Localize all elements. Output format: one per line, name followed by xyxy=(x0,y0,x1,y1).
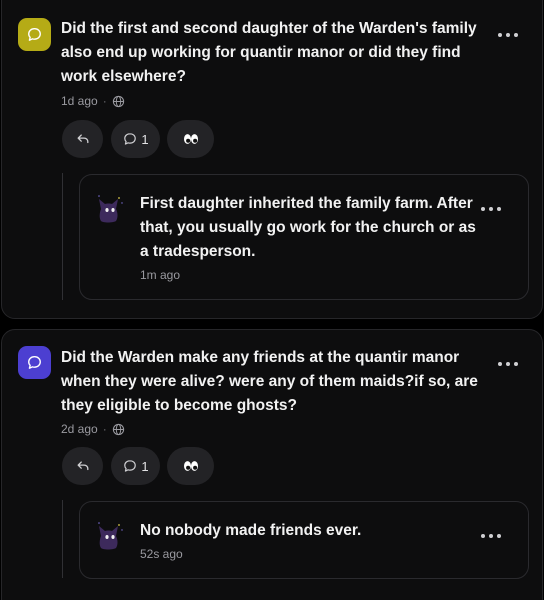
eyes-icon xyxy=(183,461,198,471)
comment-bubble-icon xyxy=(124,133,137,145)
question-meta: 2d ago · xyxy=(61,422,125,436)
reply-card: First daughter inherited the family farm… xyxy=(79,174,529,300)
comments-button[interactable]: 1 xyxy=(111,120,160,158)
question-timestamp: 2d ago xyxy=(61,422,98,436)
question-text: Did the Warden make any friends at the q… xyxy=(61,349,478,414)
reply-avatar xyxy=(98,195,123,223)
reaction-button[interactable] xyxy=(167,120,214,158)
reply-arrow-icon xyxy=(77,134,88,144)
reply-timestamp: 1m ago xyxy=(140,268,181,282)
comment-count: 1 xyxy=(141,131,149,147)
globe-icon xyxy=(112,95,124,107)
reply-timestamp: 52s ago xyxy=(140,547,183,561)
speech-bubble-icon xyxy=(28,356,41,369)
thread-line xyxy=(62,173,63,300)
speech-bubble-icon xyxy=(28,28,41,41)
question-avatar xyxy=(18,346,51,379)
question-meta: 1d ago · xyxy=(61,94,125,108)
question-card: Did the Warden make any friends at the q… xyxy=(1,329,543,600)
thread-line xyxy=(62,500,63,578)
meta-separator: · xyxy=(102,94,107,108)
comment-bubble-icon xyxy=(124,460,137,472)
reply-more-options-button[interactable] xyxy=(481,202,501,216)
more-options-button[interactable] xyxy=(498,357,518,371)
reply-more-options-button[interactable] xyxy=(481,529,501,543)
question-text: Did the first and second daughter of the… xyxy=(61,20,477,85)
globe-icon xyxy=(112,423,124,435)
comment-count: 1 xyxy=(141,458,149,474)
comments-button[interactable]: 1 xyxy=(111,447,160,485)
question-card: Did the first and second daughter of the… xyxy=(1,0,543,319)
reaction-button[interactable] xyxy=(167,447,214,485)
meta-separator: · xyxy=(102,422,107,436)
reply-button[interactable] xyxy=(62,447,103,485)
eyes-icon xyxy=(183,134,198,144)
question-avatar xyxy=(18,18,51,51)
more-options-button[interactable] xyxy=(498,28,518,42)
reply-arrow-icon xyxy=(77,461,88,471)
question-timestamp: 1d ago xyxy=(61,94,98,108)
reply-card: No nobody made friends ever. 52s ago xyxy=(79,501,529,579)
reply-button[interactable] xyxy=(62,120,103,158)
reply-text: No nobody made friends ever. xyxy=(140,522,362,539)
reply-avatar xyxy=(98,522,123,550)
reply-text: First daughter inherited the family farm… xyxy=(140,195,476,260)
